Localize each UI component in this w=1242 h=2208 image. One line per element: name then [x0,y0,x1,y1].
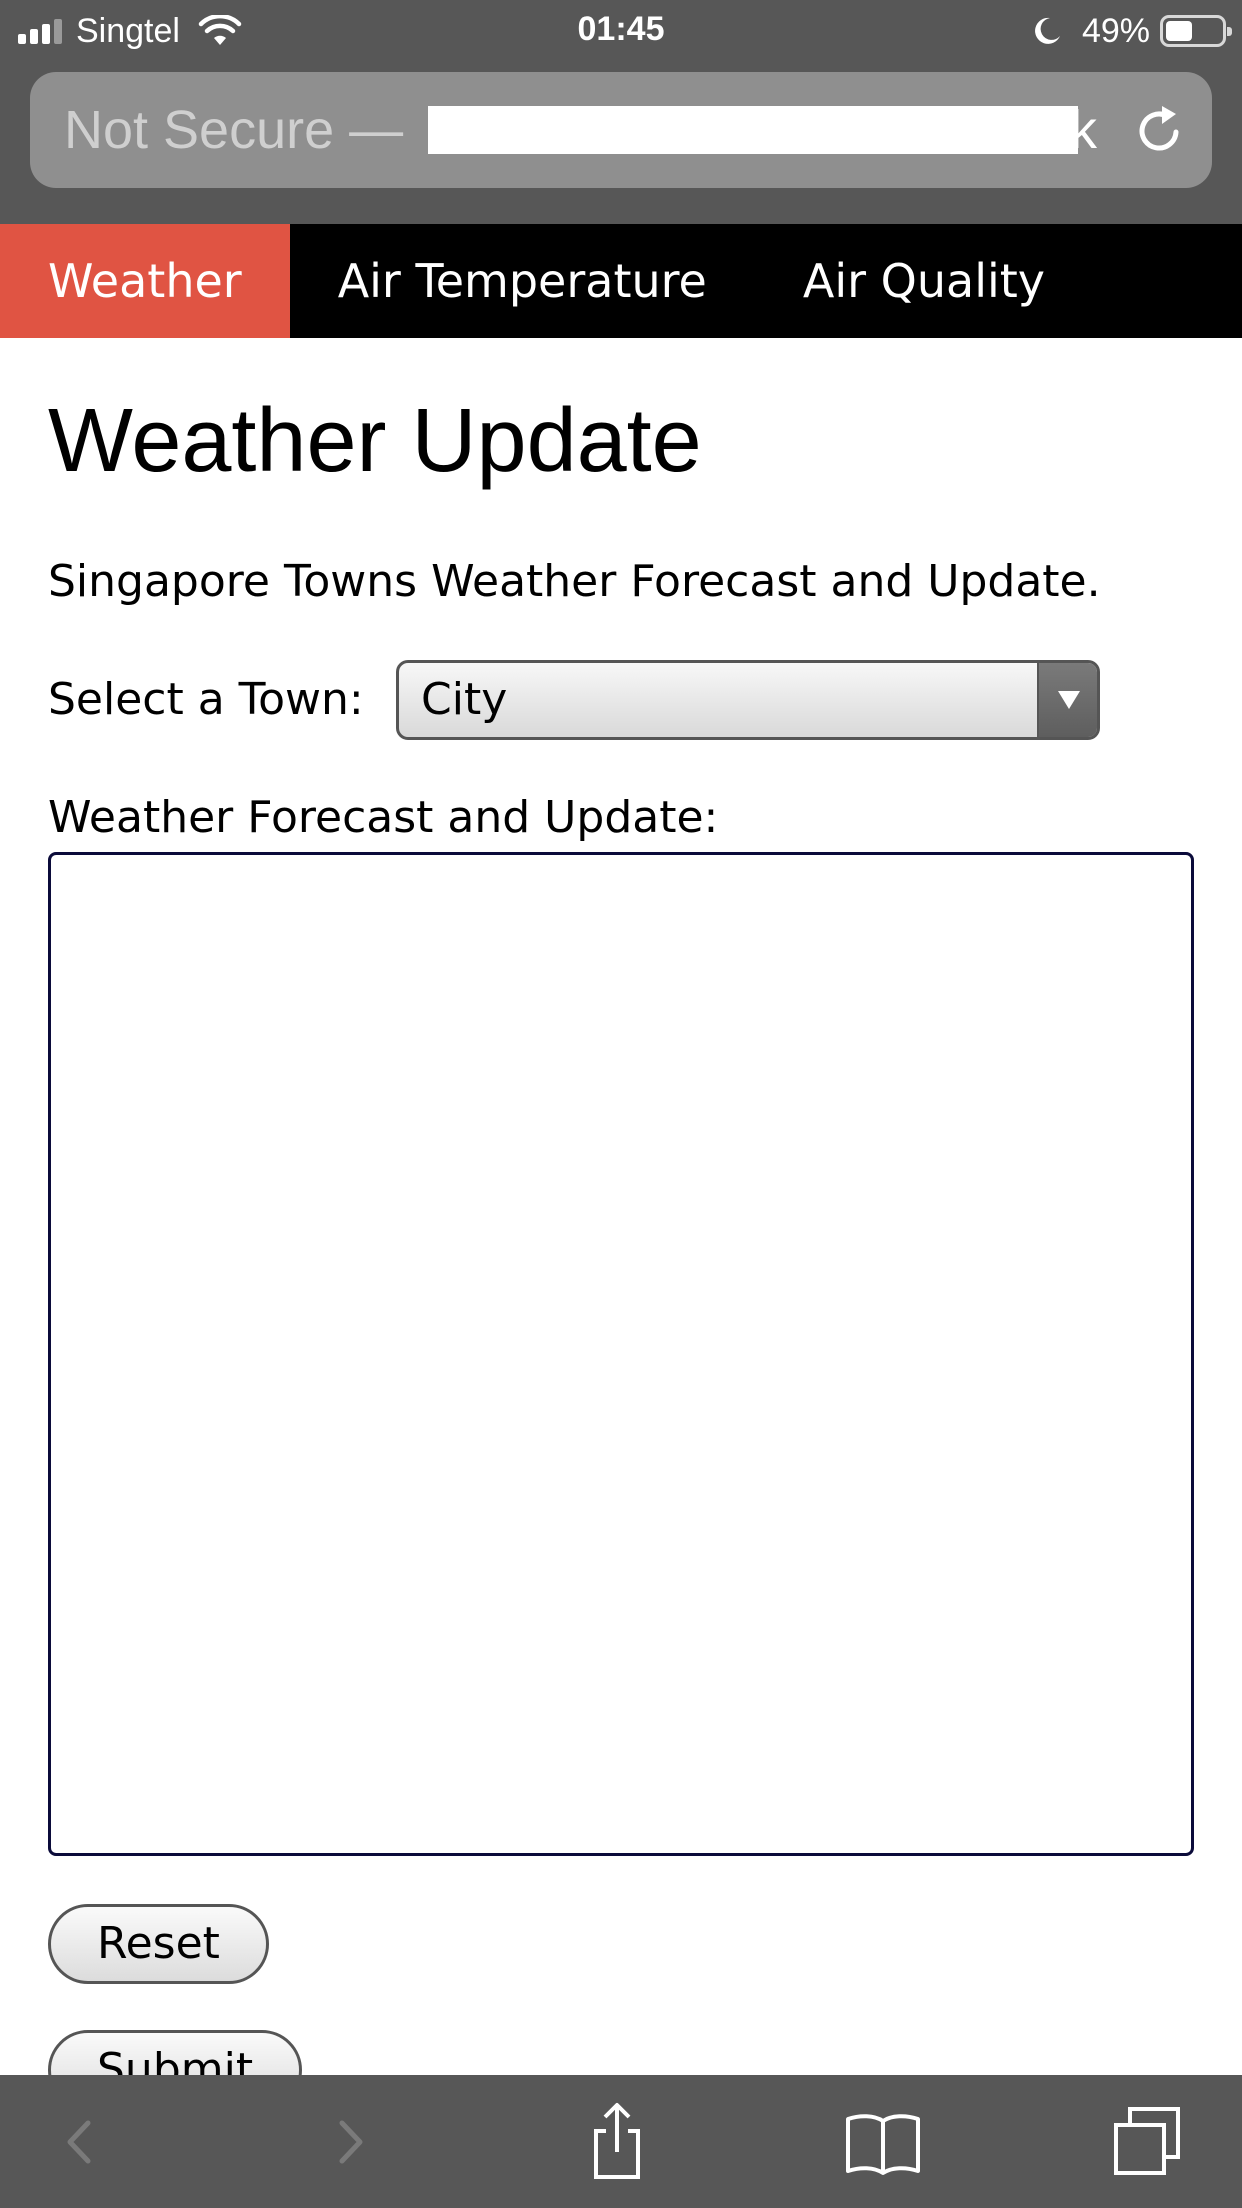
town-select-value: City [421,674,508,725]
reset-button[interactable]: Reset [48,1904,269,1984]
battery-icon [1160,15,1232,47]
page: Singtel 01:45 49% Not Secure — k Weather… [0,0,1242,2208]
share-icon[interactable] [572,2097,662,2187]
url-security-label: Not Secure — [64,100,404,160]
status-bar: Singtel 01:45 49% [0,0,1242,62]
url-redaction [428,106,1078,154]
browser-toolbar [0,2075,1242,2208]
battery-percent: 49% [1081,11,1150,50]
town-select-label: Select a Town: [48,674,364,725]
forward-arrow-icon[interactable] [306,2097,396,2187]
battery-fill [1166,21,1193,41]
site-nav: Weather Air Temperature Air Quality [0,224,1242,338]
back-arrow-icon[interactable] [34,2097,124,2187]
page-title: Weather Update [48,391,702,491]
tabs-icon[interactable] [1104,2097,1194,2187]
address-bar[interactable]: Not Secure — k [30,72,1212,188]
url-tail: k [1070,100,1097,160]
forecast-textarea[interactable] [48,852,1194,1856]
browser-top-chrome: Singtel 01:45 49% Not Secure — k [0,0,1242,224]
chevron-down-icon [1058,691,1080,709]
forecast-label: Weather Forecast and Update: [48,792,719,843]
nav-item-air-temperature[interactable]: Air Temperature [290,224,755,338]
town-select[interactable]: City [396,660,1100,740]
town-select-arrow-box [1037,663,1097,737]
reload-icon[interactable] [1132,102,1186,158]
status-right: 49% [1032,10,1232,52]
nav-item-air-quality[interactable]: Air Quality [755,224,1093,338]
bookmarks-icon[interactable] [838,2097,928,2187]
do-not-disturb-moon-icon [1034,17,1060,44]
intro-text: Singapore Towns Weather Forecast and Upd… [48,556,1101,607]
nav-item-weather[interactable]: Weather [0,224,290,338]
